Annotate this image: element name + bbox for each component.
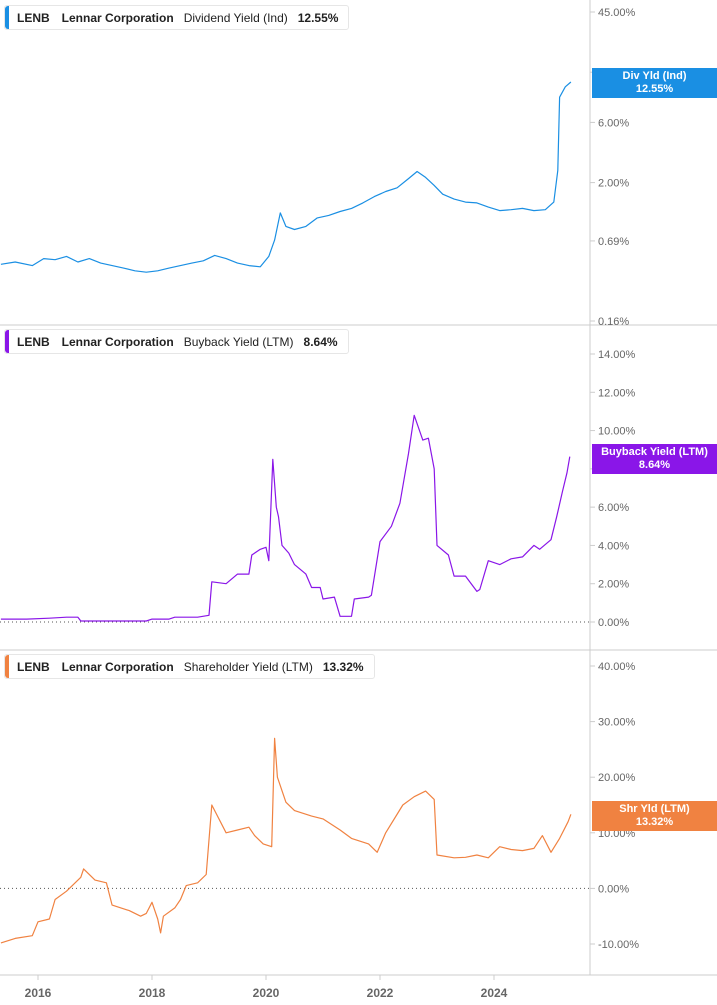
last-value-tag-buyback: Buyback Yield (LTM) 8.64% [592, 444, 717, 474]
tag-label: Div Yld (Ind) [622, 70, 687, 82]
series-line-dividend [0, 81, 572, 273]
legend-value: 13.32% [322, 659, 364, 674]
legend-company: Lennar Corporation [61, 659, 174, 674]
y-tick-label: 20.00% [598, 772, 636, 784]
legend-ticker: LENB [17, 10, 50, 25]
tag-label: Shr Yld (LTM) [619, 803, 690, 815]
legend-metric: Dividend Yield (Ind) [183, 10, 288, 25]
y-tick-label: 0.00% [598, 617, 629, 629]
legend-ticker: LENB [17, 659, 50, 674]
series-line-buyback [0, 414, 571, 622]
y-tick-label: -10.00% [598, 939, 639, 951]
y-tick-label: 10.00% [598, 426, 636, 438]
x-tick-label: 2020 [253, 986, 280, 1000]
x-tick-label: 2024 [481, 986, 508, 1000]
y-tick-label: 2.00% [598, 579, 629, 591]
tick-label-layer: 45.00%15.00%6.00%2.00%0.69%0.16%14.00%12… [25, 7, 640, 1000]
legend-value: 8.64% [303, 334, 338, 349]
legend-buyback: LENB Lennar Corporation Buyback Yield (L… [4, 329, 349, 354]
y-tick-label: 0.69% [598, 236, 629, 248]
x-tick-label: 2022 [367, 986, 394, 1000]
y-tick-label: 6.00% [598, 502, 629, 514]
tag-label: Buyback Yield (LTM) [601, 446, 708, 458]
y-tick-label: 2.00% [598, 178, 629, 190]
y-tick-label: 0.00% [598, 883, 629, 895]
last-value-tag-shareholder: Shr Yld (LTM) 13.32% [592, 801, 717, 831]
legend-ticker: LENB [17, 334, 50, 349]
y-tick-label: 30.00% [598, 717, 636, 729]
x-tick-label: 2016 [25, 986, 52, 1000]
tag-value: 13.32% [635, 816, 674, 828]
legend-shareholder: LENB Lennar Corporation Shareholder Yiel… [4, 654, 375, 679]
tag-value: 8.64% [638, 459, 671, 471]
legend-company: Lennar Corporation [61, 334, 174, 349]
y-tick-label: 14.00% [598, 349, 636, 361]
y-tick-label: 12.00% [598, 387, 636, 399]
tag-value: 12.55% [635, 83, 674, 95]
legend-swatch [5, 6, 9, 29]
series-line-shareholder [0, 737, 572, 944]
legend-value: 12.55% [297, 10, 339, 25]
series-layer [0, 81, 572, 944]
legend-company: Lennar Corporation [61, 10, 174, 25]
legend-dividend: LENB Lennar Corporation Dividend Yield (… [4, 5, 350, 30]
legend-metric: Shareholder Yield (LTM) [183, 659, 313, 674]
legend-swatch [5, 655, 9, 678]
last-value-tag-dividend: Div Yld (Ind) 12.55% [592, 68, 717, 98]
y-tick-label: 0.16% [598, 316, 629, 328]
chart-canvas: 45.00%15.00%6.00%2.00%0.69%0.16%14.00%12… [0, 0, 717, 1000]
y-tick-label: 6.00% [598, 117, 629, 129]
legend-metric: Buyback Yield (LTM) [183, 334, 294, 349]
y-tick-label: 4.00% [598, 540, 629, 552]
x-tick-label: 2018 [139, 986, 166, 1000]
y-tick-label: 45.00% [598, 7, 636, 19]
legend-swatch [5, 330, 9, 353]
y-tick-label: 40.00% [598, 661, 636, 673]
